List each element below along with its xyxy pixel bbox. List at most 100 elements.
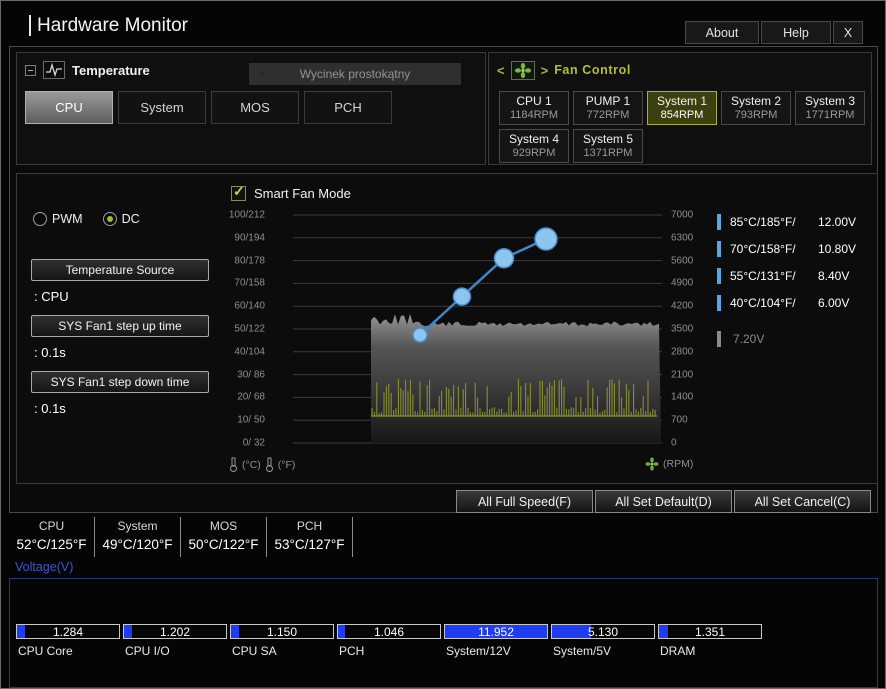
legend-row: 40°C/104°F/ 6.00V: [717, 294, 875, 311]
curve-point[interactable]: [534, 227, 558, 251]
snip-dot-icon: [259, 71, 264, 77]
right-axis-label: 4900: [671, 277, 694, 289]
tab-mos[interactable]: MOS: [211, 91, 299, 124]
curve-point[interactable]: [493, 247, 515, 269]
fan-button-system3[interactable]: System 3 1771RPM: [795, 91, 865, 125]
fan-control-title: Fan Control: [554, 63, 631, 77]
smart-fan-chart[interactable]: [291, 208, 665, 450]
next-fan-arrow[interactable]: >: [541, 63, 549, 78]
dc-radio[interactable]: DC: [102, 212, 140, 226]
title-caret: [29, 15, 31, 36]
left-axis-label: 30/ 86: [237, 369, 265, 381]
voltage-bar: 1.046: [337, 624, 441, 639]
pwm-radio[interactable]: PWM: [33, 212, 83, 226]
smart-fan-checkbox[interactable]: ✓ Smart Fan Mode: [231, 183, 351, 201]
check-icon: ✓: [233, 183, 245, 199]
fan-icon: [510, 60, 535, 80]
all-set-default-button[interactable]: All Set Default(D): [595, 490, 732, 513]
right-axis-label: 1400: [671, 391, 694, 403]
all-set-cancel-button[interactable]: All Set Cancel(C): [734, 490, 871, 513]
all-full-speed-button[interactable]: All Full Speed(F): [456, 490, 593, 513]
temperature-tabs: CPU System MOS PCH: [25, 91, 392, 124]
voltage-section-title: Voltage(V): [15, 560, 74, 574]
checkbox-icon: ✓: [231, 183, 246, 201]
radio-selected-icon: [102, 212, 117, 226]
voltage-bar: 11.952: [444, 624, 548, 639]
temp-readout-pch: PCH 53°C/127°F: [267, 517, 353, 557]
tab-system[interactable]: System: [118, 91, 206, 124]
legend-row: 70°C/158°F/ 10.80V: [717, 240, 875, 257]
left-axis-label: 10/ 50: [237, 414, 265, 426]
celsius-label: (°C): [242, 458, 261, 471]
fan-settings-panel: PWM DC Temperature Source : CPU SYS Fan1…: [16, 173, 878, 484]
fan-button-pump1[interactable]: PUMP 1 772RPM: [573, 91, 643, 125]
left-axis-label: 100/212: [228, 209, 265, 221]
thermometer-icon: [230, 457, 237, 472]
temp-readout-cpu: CPU 52°C/125°F: [9, 517, 95, 557]
prev-fan-arrow[interactable]: <: [497, 63, 505, 78]
voltage-cell-pch: 1.046 PCH: [337, 624, 441, 658]
temperature-panel-title: Temperature: [72, 62, 150, 78]
right-axis-label: 4200: [671, 300, 694, 312]
fan-button-cpu1[interactable]: CPU 1 1184RPM: [499, 91, 569, 125]
left-axis-label: 60/140: [234, 300, 265, 312]
fan-curve: [419, 237, 547, 336]
temp-readout-system: System 49°C/120°F: [95, 517, 181, 557]
pwm-label: PWM: [52, 212, 83, 226]
voltage-cell-dram: 1.351 DRAM: [658, 624, 762, 658]
fan-control-header: < > Fan Control: [497, 59, 631, 81]
fan-button-system1[interactable]: System 1 854RPM: [647, 91, 717, 125]
fan-control-panel: < > Fan Control CPU 1 1184RPM PUMP 1 772…: [488, 52, 872, 165]
smart-fan-label: Smart Fan Mode: [254, 186, 351, 201]
right-axis-label: 7000: [671, 209, 694, 221]
curve-point[interactable]: [412, 327, 428, 343]
mode-radios: PWM DC: [33, 212, 140, 226]
legend-bar-icon: [717, 213, 721, 230]
legend-bar-icon: [717, 330, 721, 347]
fan-button-system5[interactable]: System 5 1371RPM: [573, 129, 643, 163]
legend-row-inactive: 7.20V: [717, 330, 875, 347]
tab-cpu[interactable]: CPU: [25, 91, 113, 124]
fan-button-system4[interactable]: System 4 929RPM: [499, 129, 569, 163]
right-axis-label: 0: [671, 437, 677, 449]
about-button[interactable]: About: [685, 21, 759, 44]
temperature-unit-labels: (°C) (°F): [229, 457, 295, 472]
fahrenheit-label: (°F): [277, 458, 296, 471]
action-buttons: All Full Speed(F) All Set Default(D) All…: [456, 490, 871, 513]
close-button[interactable]: X: [833, 21, 863, 44]
legend-bar-icon: [717, 267, 721, 284]
voltage-cell-system-5v: 5.130 System/5V: [551, 624, 655, 658]
rpm-label: (RPM): [663, 458, 694, 470]
snip-overlay: Wycinek prostokątny: [249, 63, 461, 85]
voltage-cell-cpu-core: 1.284 CPU Core: [16, 624, 120, 658]
rpm-unit-label: (RPM): [645, 457, 693, 471]
voltage-panel: 1.284 CPU Core 1.202 CPU I/O 1.150 CPU S…: [9, 578, 878, 688]
voltage-legend: 85°C/185°F/ 12.00V 70°C/158°F/ 10.80V 55…: [717, 174, 875, 483]
temp-readout-mos: MOS 50°C/122°F: [181, 517, 267, 557]
temperature-pulse-icon: [43, 61, 65, 79]
voltage-cell-cpu-io: 1.202 CPU I/O: [123, 624, 227, 658]
left-axis-label: 20/ 68: [237, 391, 265, 403]
tab-pch[interactable]: PCH: [304, 91, 392, 124]
temperature-readouts: CPU 52°C/125°F System 49°C/120°F MOS 50°…: [9, 517, 353, 557]
help-button[interactable]: Help: [761, 21, 831, 44]
radio-icon: [33, 212, 47, 226]
right-axis-label: 6300: [671, 232, 694, 244]
page-title: Hardware Monitor: [37, 15, 188, 36]
left-axis-label: 0/ 32: [242, 437, 265, 449]
collapse-icon[interactable]: [25, 64, 36, 76]
right-axis-label: 700: [671, 414, 688, 426]
fan-small-icon: [645, 457, 659, 471]
fan-button-system2[interactable]: System 2 793RPM: [721, 91, 791, 125]
voltage-cell-cpu-sa: 1.150 CPU SA: [230, 624, 334, 658]
hardware-monitor-window: Hardware Monitor About Help X Temperatur…: [0, 0, 886, 689]
right-axis-label: 2100: [671, 369, 694, 381]
voltage-bar: 5.130: [551, 624, 655, 639]
dc-label: DC: [121, 212, 140, 226]
chart-left-axis: 100/212 90/194 80/178 70/158 60/140 50/122 40/…: [167, 210, 265, 455]
left-axis-label: 70/158: [234, 277, 265, 289]
right-axis-label: 5600: [671, 255, 694, 267]
curve-point[interactable]: [452, 287, 472, 306]
legend-row: 55°C/131°F/ 8.40V: [717, 267, 875, 284]
right-axis-label: 3500: [671, 323, 694, 335]
